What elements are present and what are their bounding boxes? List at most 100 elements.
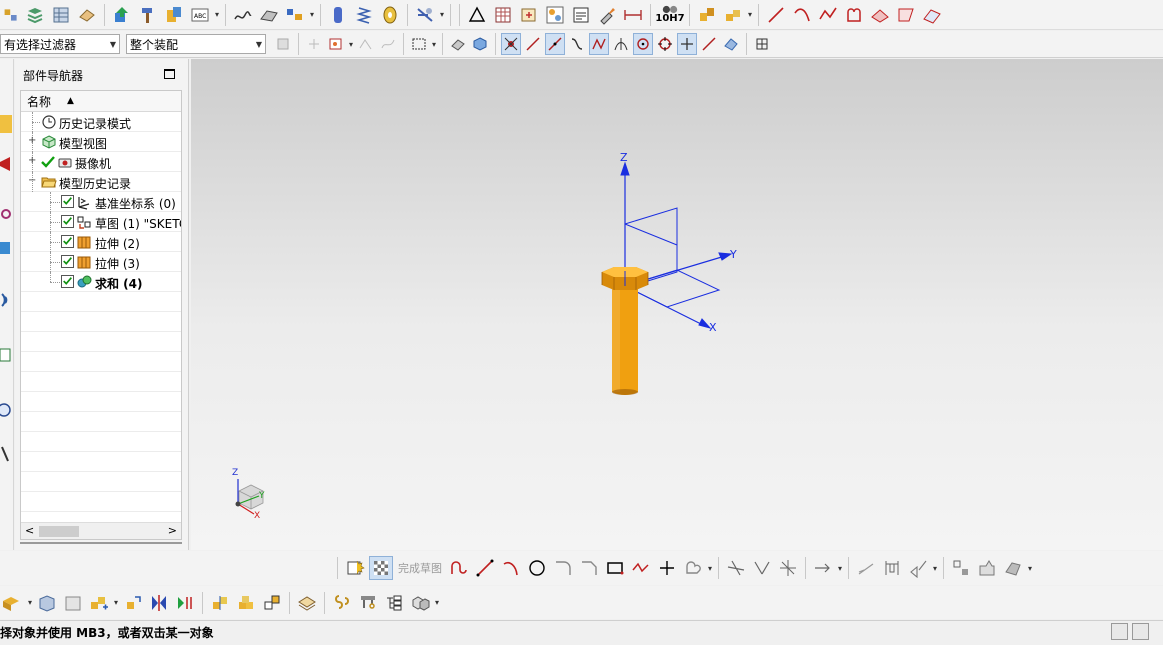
- assembly-scope-select[interactable]: 整个装配 ▼: [126, 34, 266, 54]
- scrollbar-thumb[interactable]: [39, 526, 79, 537]
- move-assembly-component-icon[interactable]: [121, 591, 145, 615]
- new-parent-icon[interactable]: [61, 591, 85, 615]
- dimension-icon[interactable]: [621, 3, 645, 27]
- layers-stack-icon[interactable]: [23, 3, 47, 27]
- studio-spline-icon[interactable]: [816, 3, 840, 27]
- eraser-select-icon[interactable]: [448, 33, 468, 55]
- chamfer-icon[interactable]: [577, 556, 601, 580]
- expand-icon[interactable]: +: [28, 135, 36, 146]
- selection-status-icon[interactable]: [1111, 623, 1128, 640]
- snap-intersection-icon[interactable]: [611, 33, 631, 55]
- bolt-body[interactable]: [601, 267, 649, 395]
- visible-check-icon[interactable]: [41, 155, 55, 172]
- text-annotation-icon[interactable]: ABC: [188, 3, 212, 27]
- snap-endpoint-icon[interactable]: [501, 33, 521, 55]
- fillet-icon[interactable]: [551, 556, 575, 580]
- constraint-navigator-tab-icon[interactable]: [0, 155, 12, 173]
- dropdown-arrow-icon[interactable]: ▾: [433, 598, 441, 607]
- snap-control-point-icon[interactable]: [589, 33, 609, 55]
- sketch-icon[interactable]: [343, 556, 367, 580]
- reuse-library-tab-icon[interactable]: [0, 239, 12, 257]
- scroll-left-icon[interactable]: <: [25, 524, 34, 537]
- snap-existing-point-icon[interactable]: [677, 33, 697, 55]
- dropdown-arrow-icon[interactable]: ▾: [213, 10, 221, 19]
- snap-on-curve-icon[interactable]: [699, 33, 719, 55]
- hammer-icon[interactable]: [136, 3, 160, 27]
- studio-spline-sketch-icon[interactable]: [629, 556, 653, 580]
- tree-row[interactable]: 求和 (4): [21, 272, 181, 292]
- dropdown-arrow-icon[interactable]: ▾: [746, 10, 754, 19]
- dropdown-arrow-icon[interactable]: ▾: [836, 564, 844, 573]
- assembly-constraints-icon[interactable]: [147, 591, 171, 615]
- feature-checkbox[interactable]: [61, 255, 74, 268]
- eraser-icon[interactable]: [75, 3, 99, 27]
- component-array-icon[interactable]: [87, 591, 111, 615]
- dropdown-arrow-icon[interactable]: ▾: [430, 40, 438, 49]
- rectangle-icon[interactable]: [603, 556, 627, 580]
- tree-row[interactable]: + 模型视图: [21, 132, 181, 152]
- snap-midpoint-icon[interactable]: [545, 33, 565, 55]
- web-browser-tab-icon[interactable]: [0, 291, 12, 309]
- curve-through-points-icon[interactable]: [231, 3, 255, 27]
- note-icon[interactable]: [569, 3, 593, 27]
- quick-extend-icon[interactable]: [750, 556, 774, 580]
- assembly-sequences-icon[interactable]: [330, 591, 354, 615]
- geometric-constraint-icon[interactable]: [854, 556, 878, 580]
- sheet-add-icon[interactable]: [517, 3, 541, 27]
- routing-icon[interactable]: [413, 3, 437, 27]
- add-component-icon[interactable]: [1, 591, 25, 615]
- sketch-line-icon[interactable]: [473, 556, 497, 580]
- expand-icon[interactable]: +: [28, 155, 36, 166]
- database-table-icon[interactable]: [49, 3, 73, 27]
- dropdown-arrow-icon[interactable]: ▾: [1026, 564, 1034, 573]
- quick-trim-icon[interactable]: [724, 556, 748, 580]
- dropdown-arrow-icon[interactable]: ▾: [112, 598, 120, 607]
- relations-browser-icon[interactable]: [1001, 556, 1025, 580]
- cube-select-icon[interactable]: [470, 33, 490, 55]
- tree-row[interactable]: 基准坐标系 (0): [21, 192, 181, 212]
- dropdown-arrow-icon[interactable]: ▾: [438, 10, 446, 19]
- assembly-constraint-icon[interactable]: [1, 4, 21, 26]
- dropdown-arrow-icon[interactable]: ▾: [706, 564, 714, 573]
- select-curve-icon[interactable]: [356, 33, 376, 55]
- assembly-sequence-icon[interactable]: [283, 3, 307, 27]
- snap-point-icon[interactable]: [304, 33, 324, 55]
- replace-component-icon[interactable]: [162, 3, 186, 27]
- tree-row[interactable]: 历史记录模式: [21, 112, 181, 132]
- selection-filter-select[interactable]: 有选择过滤器 ▼: [0, 34, 120, 54]
- sketch-arc-icon[interactable]: [499, 556, 523, 580]
- spring-icon[interactable]: [352, 3, 376, 27]
- snap-line-icon[interactable]: [523, 33, 543, 55]
- snap-on-surface-icon[interactable]: [721, 33, 741, 55]
- sketch-display-icon[interactable]: [949, 556, 973, 580]
- offset-surface-icon[interactable]: [920, 3, 944, 27]
- rectangle-select-icon[interactable]: [409, 33, 429, 55]
- offset-curve-icon[interactable]: [681, 556, 705, 580]
- tree-row[interactable]: − 模型历史记录: [21, 172, 181, 192]
- make-corner-icon[interactable]: [776, 556, 800, 580]
- navigator-splitter[interactable]: [20, 542, 182, 546]
- assembly-navigator-tab-icon[interactable]: [0, 115, 12, 133]
- surface-blend-icon[interactable]: [868, 3, 892, 27]
- snap-curve-icon[interactable]: [567, 33, 587, 55]
- cylinder-part-icon[interactable]: [326, 3, 350, 27]
- tree-row[interactable]: 拉伸 (3): [21, 252, 181, 272]
- exploded-views-icon[interactable]: [295, 591, 319, 615]
- tree-row[interactable]: + 摄像机: [21, 152, 181, 172]
- part-navigator-tab-icon[interactable]: [0, 205, 12, 223]
- move-component-icon[interactable]: [110, 3, 134, 27]
- wave-geometry-linker-icon[interactable]: [260, 591, 284, 615]
- rapid-dimension-icon[interactable]: [880, 556, 904, 580]
- tree-row[interactable]: 拉伸 (2): [21, 232, 181, 252]
- trim-surface-icon[interactable]: [894, 3, 918, 27]
- feature-checkbox[interactable]: [61, 195, 74, 208]
- bearing-icon[interactable]: [378, 3, 402, 27]
- process-studio-tab-icon[interactable]: [0, 445, 12, 463]
- view-create-icon[interactable]: [543, 3, 567, 27]
- scroll-right-icon[interactable]: >: [168, 524, 177, 537]
- name-column-header[interactable]: 名称 ▲: [21, 91, 181, 112]
- system-materials-tab-icon[interactable]: [0, 401, 12, 419]
- dropdown-arrow-icon[interactable]: ▾: [308, 10, 316, 19]
- maximize-icon[interactable]: [164, 69, 175, 79]
- finish-sketch-button[interactable]: 完成草图: [398, 560, 442, 576]
